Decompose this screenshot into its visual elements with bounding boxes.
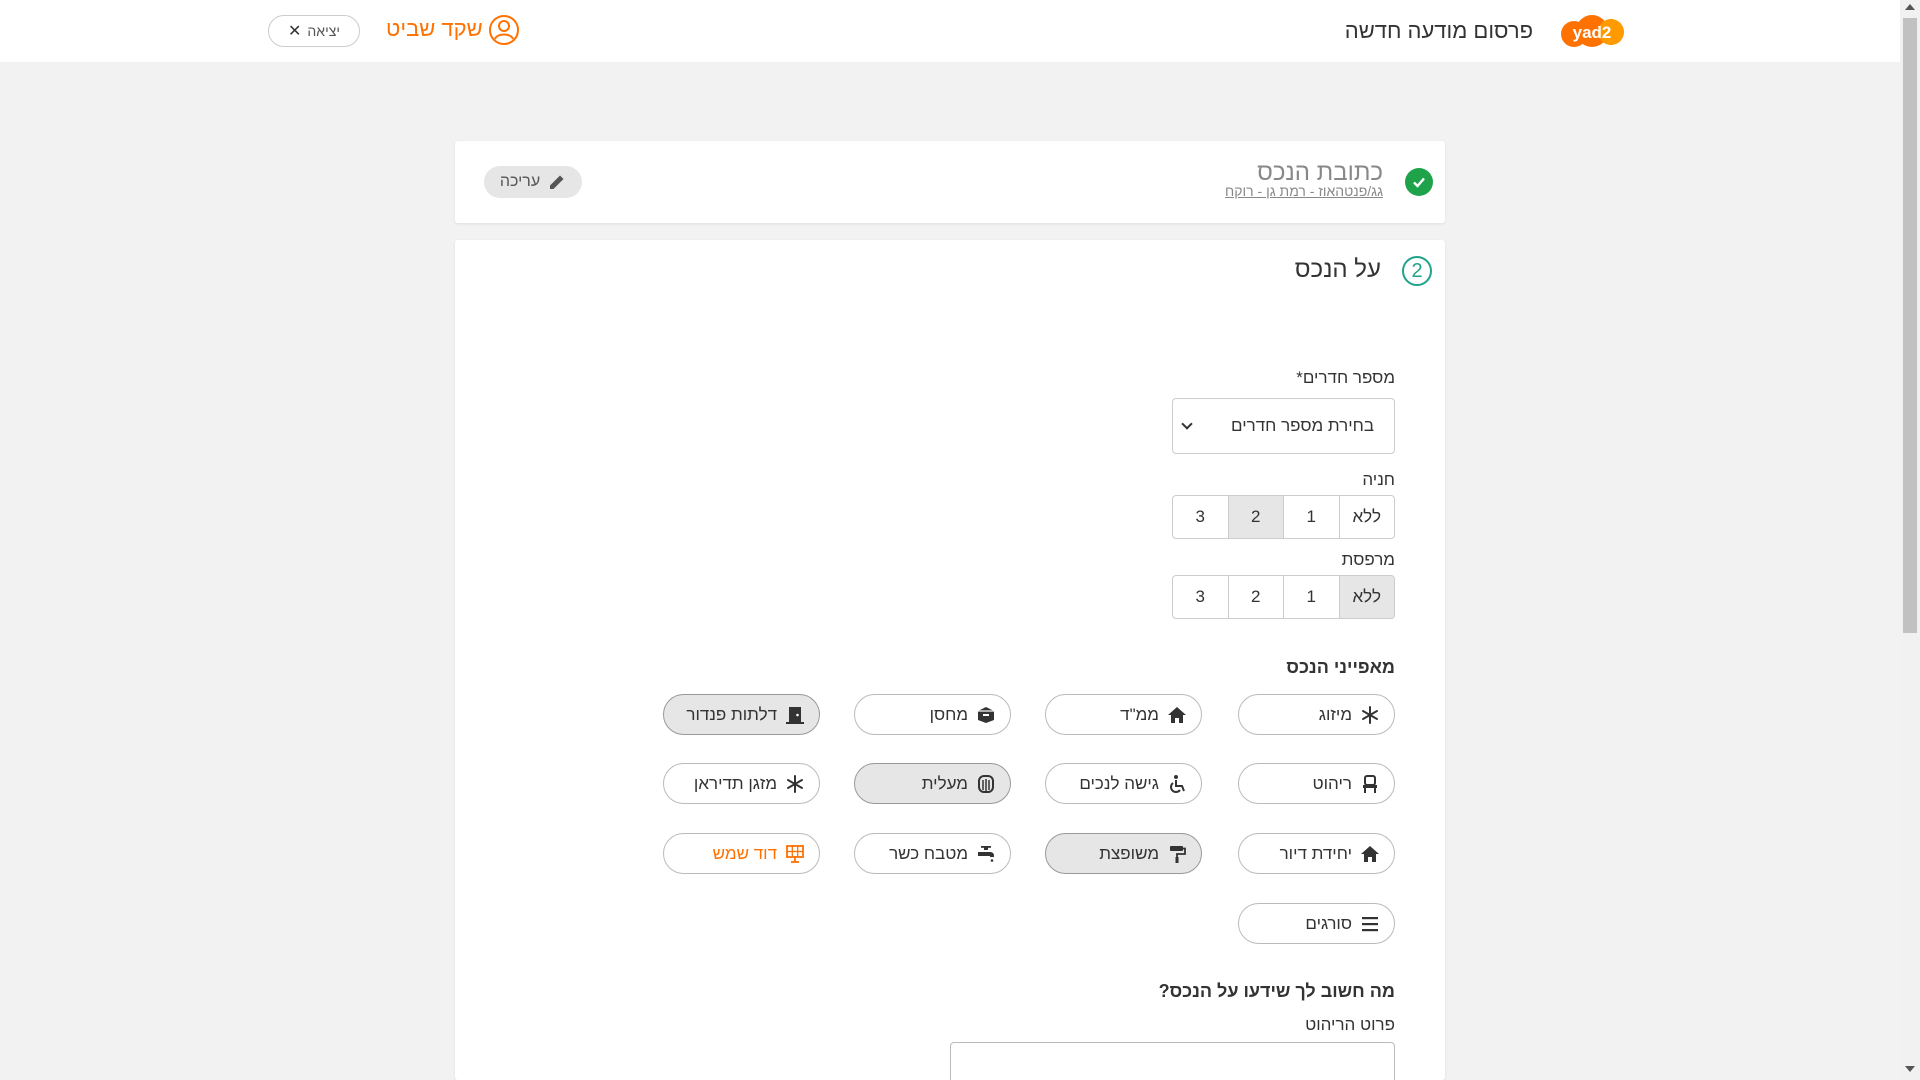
paint-roller-icon xyxy=(1170,845,1186,863)
feature-label: מזגן תדיראן xyxy=(693,773,777,793)
user-icon[interactable] xyxy=(488,14,520,46)
section-title: על הנכס xyxy=(1294,256,1381,283)
furniture-details-input[interactable] xyxy=(950,1042,1395,1080)
feature-chip-storage[interactable]: מחסן xyxy=(854,694,1011,735)
snowflake-icon xyxy=(1362,705,1378,724)
feature-chip-safe-room[interactable]: ממ"ד xyxy=(1045,694,1202,735)
home-icon xyxy=(1168,706,1186,723)
scroll-thumb[interactable] xyxy=(1903,18,1917,633)
parking-label: חניה xyxy=(1362,470,1395,489)
parking-option[interactable]: ללא xyxy=(1338,496,1395,538)
close-icon: ✕ xyxy=(288,23,302,40)
feature-label: משופצת xyxy=(1099,843,1159,863)
furniture-details-label: פרוט הריהוט xyxy=(1305,1015,1395,1034)
feature-chip-pandor-doors[interactable]: דלתות פנדור xyxy=(663,694,820,735)
edit-button[interactable]: עריכה xyxy=(484,166,582,198)
address-card: כתובת הנכס גג/פנטהאוז - רמת גן - רוקח ער… xyxy=(455,141,1445,223)
feature-label: גישה לנכים xyxy=(1079,773,1159,793)
feature-label: מחסן xyxy=(929,704,968,724)
exit-label: יציאה xyxy=(307,23,340,39)
top-header: yad2 פרסום מודעה חדשה שקד שביט יציאה ✕ xyxy=(0,0,1900,62)
feature-label: יחידת דיור xyxy=(1279,843,1352,863)
faucet-icon xyxy=(978,845,994,862)
feature-label: ריהוט xyxy=(1312,773,1352,793)
parking-option[interactable]: 3 xyxy=(1173,496,1228,538)
parking-option[interactable]: 1 xyxy=(1283,496,1339,538)
check-icon xyxy=(1405,168,1433,196)
header-title: פרסום מודעה חדשה xyxy=(1344,18,1533,43)
svg-text:yad2: yad2 xyxy=(1573,23,1612,42)
scroll-down-arrow-icon[interactable] xyxy=(1905,1066,1915,1072)
feature-chip-furniture[interactable]: ריהוט xyxy=(1238,763,1395,804)
user-name[interactable]: שקד שביט xyxy=(386,16,483,42)
chair-icon xyxy=(1363,774,1377,793)
yad2-logo[interactable]: yad2 xyxy=(1561,14,1624,49)
box-icon xyxy=(978,706,994,723)
balcony-option[interactable]: 1 xyxy=(1283,576,1339,618)
edit-label: עריכה xyxy=(499,173,541,190)
feature-label: מעלית xyxy=(921,773,968,793)
pencil-icon xyxy=(550,175,564,189)
features-title: מאפייני הנכס xyxy=(1286,657,1395,677)
rooms-label: מספר חדרים* xyxy=(1296,368,1395,387)
important-title: מה חשוב לך שידעו על הנכס? xyxy=(1158,981,1395,1001)
feature-chip-ac[interactable]: מיזוג xyxy=(1238,694,1395,735)
feature-chip-elevator[interactable]: מעלית xyxy=(854,763,1011,804)
feature-label: מטבח כשר xyxy=(889,843,968,863)
solar-panel-icon xyxy=(786,844,804,863)
wheelchair-icon xyxy=(1170,774,1185,793)
balcony-option[interactable]: 2 xyxy=(1227,576,1284,618)
feature-chip-housing-unit[interactable]: יחידת דיור xyxy=(1238,833,1395,874)
scroll-up-arrow-icon[interactable] xyxy=(1905,4,1915,10)
balcony-selector: ללא 1 2 3 xyxy=(1172,575,1395,619)
scrollbar[interactable] xyxy=(1900,0,1920,1080)
rooms-select-value: בחירת מספר חדרים xyxy=(1231,416,1374,435)
feature-label: מיזוג xyxy=(1318,704,1352,724)
balcony-label: מרפסת xyxy=(1341,550,1395,569)
feature-chip-bars[interactable]: סורגים xyxy=(1238,903,1395,944)
feature-chip-kosher-kitchen[interactable]: מטבח כשר xyxy=(854,833,1011,874)
rooms-select[interactable]: בחירת מספר חדרים xyxy=(1172,398,1395,454)
feature-chip-tadiran-ac[interactable]: מזגן תדיראן xyxy=(663,763,820,804)
feature-chip-solar-heater[interactable]: דוד שמש xyxy=(663,833,820,874)
feature-label: דוד שמש xyxy=(712,843,777,863)
feature-label: סורגים xyxy=(1305,913,1352,933)
property-card: 2 על הנכס מספר חדרים* בחירת מספר חדרים ח… xyxy=(455,240,1445,1080)
feature-chip-accessibility[interactable]: גישה לנכים xyxy=(1045,763,1202,804)
balcony-option[interactable]: ללא xyxy=(1338,576,1394,618)
parking-selector: ללא 1 2 3 xyxy=(1172,495,1395,539)
address-value[interactable]: גג/פנטהאוז - רמת גן - רוקח xyxy=(1225,183,1383,199)
feature-chip-renovated[interactable]: משופצת xyxy=(1045,833,1202,874)
feature-label: ממ"ד xyxy=(1120,704,1159,724)
bars-icon xyxy=(1362,916,1378,931)
parking-option[interactable]: 2 xyxy=(1227,496,1283,538)
snowflake-icon xyxy=(787,774,803,793)
home-icon xyxy=(1361,845,1379,862)
chevron-down-icon xyxy=(1181,418,1193,430)
door-icon xyxy=(786,706,804,724)
balcony-option[interactable]: 3 xyxy=(1173,576,1228,618)
exit-button[interactable]: יציאה ✕ xyxy=(268,15,360,47)
step-number: 2 xyxy=(1402,256,1432,286)
feature-label: דלתות פנדור xyxy=(686,704,777,724)
elevator-icon xyxy=(978,774,994,793)
